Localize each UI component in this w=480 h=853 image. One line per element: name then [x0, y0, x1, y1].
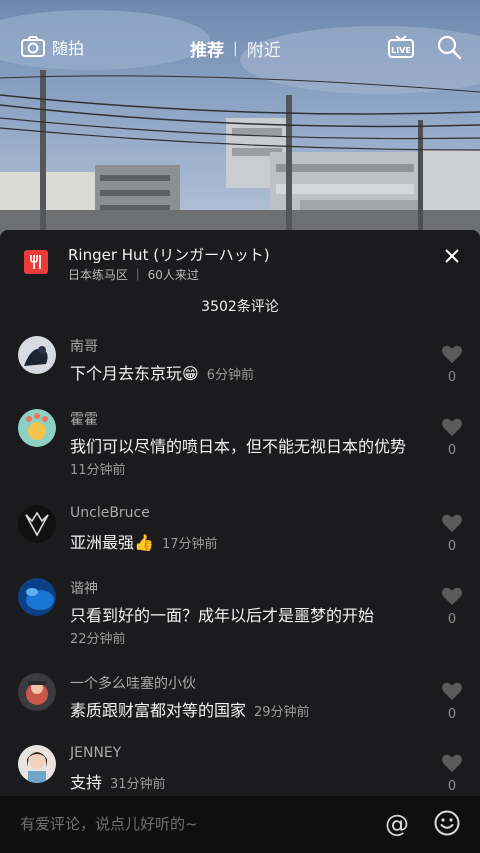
comment-time: 6分钟前: [206, 368, 254, 383]
emoji-smile-icon[interactable]: [433, 809, 461, 837]
mention-button[interactable]: @: [383, 810, 411, 838]
avatar[interactable]: [18, 578, 56, 616]
comment-username[interactable]: 一个多么哇塞的小伙: [70, 673, 196, 693]
heart-icon: [442, 682, 462, 701]
avatar[interactable]: [18, 336, 56, 374]
like-count: 0: [447, 779, 457, 794]
like-count: 0: [447, 370, 457, 385]
comment-item[interactable]: JENNEY 支持 31分钟前 0: [0, 745, 480, 795]
avatar[interactable]: [18, 409, 56, 447]
comment-text: 下个月去东京玩😁 6分钟前: [70, 360, 254, 384]
comment-body: 支持: [70, 773, 103, 792]
like-count: 0: [447, 443, 457, 458]
comment-time: 29分钟前: [254, 705, 310, 720]
comment-body: 下个月去东京玩😁: [70, 364, 199, 383]
comment-item[interactable]: 一个多么哇塞的小伙 素质跟财富都对等的国家 29分钟前 0: [0, 673, 480, 733]
camera-button[interactable]: 随拍: [20, 34, 84, 60]
comment-time: 11分钟前: [70, 463, 126, 478]
comment-time: 17分钟前: [161, 537, 218, 552]
comment-username[interactable]: 南哥: [70, 336, 98, 356]
comment-body: 素质跟财富都对等的国家: [70, 701, 247, 720]
comment-item[interactable]: 谐神 只看到好的一面？成年以后才是噩梦的开始 22分钟前 0: [0, 578, 480, 648]
like-button[interactable]: 0: [440, 753, 464, 794]
camera-label: 随拍: [52, 39, 85, 58]
comment-input[interactable]: [20, 810, 360, 838]
comment-username[interactable]: 谐神: [70, 578, 98, 598]
comment-input-bar: @: [0, 796, 480, 853]
svg-text:LIVE: LIVE: [391, 46, 411, 55]
heart-icon: [442, 587, 462, 606]
comment-username[interactable]: UncleBruce: [70, 505, 150, 521]
search-icon[interactable]: [436, 34, 462, 60]
tab-separator: |: [233, 40, 238, 57]
restaurant-fork-icon: [24, 250, 48, 274]
like-count: 0: [447, 539, 457, 554]
like-button[interactable]: 0: [440, 513, 464, 554]
tab-recommend[interactable]: 推荐: [190, 36, 224, 61]
like-count: 0: [447, 707, 457, 722]
heart-icon: [442, 754, 462, 773]
comment-time: 22分钟前: [70, 632, 126, 647]
comment-time: 31分钟前: [110, 777, 166, 792]
like-button[interactable]: 0: [440, 344, 464, 385]
poi-subtitle: 日本练马区 ｜ 60人来过: [68, 268, 199, 282]
live-tv-icon[interactable]: LIVE: [388, 34, 414, 60]
feed-tabs: 推荐 | 附近: [190, 36, 281, 62]
comment-username[interactable]: JENNEY: [70, 745, 121, 761]
comment-count: 3502条评论: [201, 299, 279, 315]
close-icon[interactable]: [442, 246, 462, 266]
poi-header[interactable]: Ringer Hut (リンガーハット) 日本练马区 ｜ 60人来过: [24, 244, 464, 284]
comment-text: 支持 31分钟前: [70, 769, 166, 793]
comment-body: 亚洲最强👍: [70, 533, 154, 552]
like-count: 0: [447, 612, 457, 627]
camera-icon: [20, 34, 46, 60]
comment-text: 素质跟财富都对等的国家 29分钟前: [70, 697, 310, 721]
comment-text: 亚洲最强👍 17分钟前: [70, 529, 217, 553]
like-button[interactable]: 0: [440, 586, 464, 627]
heart-icon: [442, 514, 462, 533]
avatar[interactable]: [18, 505, 56, 543]
like-button[interactable]: 0: [440, 417, 464, 458]
comment-body: 我们可以尽情的喷日本，但不能无视日本的优势: [70, 437, 407, 456]
poi-name: Ringer Hut (リンガーハット): [68, 246, 270, 264]
top-bar: 随拍 推荐 | 附近 LIVE: [0, 0, 480, 96]
comment-item[interactable]: UncleBruce 亚洲最强👍 17分钟前 0: [0, 505, 480, 565]
heart-icon: [442, 345, 462, 364]
comment-username[interactable]: 霍霍: [70, 409, 98, 429]
comment-item[interactable]: 南哥 下个月去东京玩😁 6分钟前 0: [0, 336, 480, 396]
comment-item[interactable]: 霍霍 我们可以尽情的喷日本，但不能无视日本的优势 11分钟前 0: [0, 409, 480, 479]
heart-icon: [442, 418, 462, 437]
like-button[interactable]: 0: [440, 681, 464, 722]
comment-body: 只看到好的一面？成年以后才是噩梦的开始: [70, 606, 375, 625]
tab-nearby[interactable]: 附近: [247, 36, 281, 61]
avatar[interactable]: [18, 673, 56, 711]
comment-sheet: Ringer Hut (リンガーハット) 日本练马区 ｜ 60人来过 3502条…: [0, 230, 480, 796]
avatar[interactable]: [18, 745, 56, 783]
